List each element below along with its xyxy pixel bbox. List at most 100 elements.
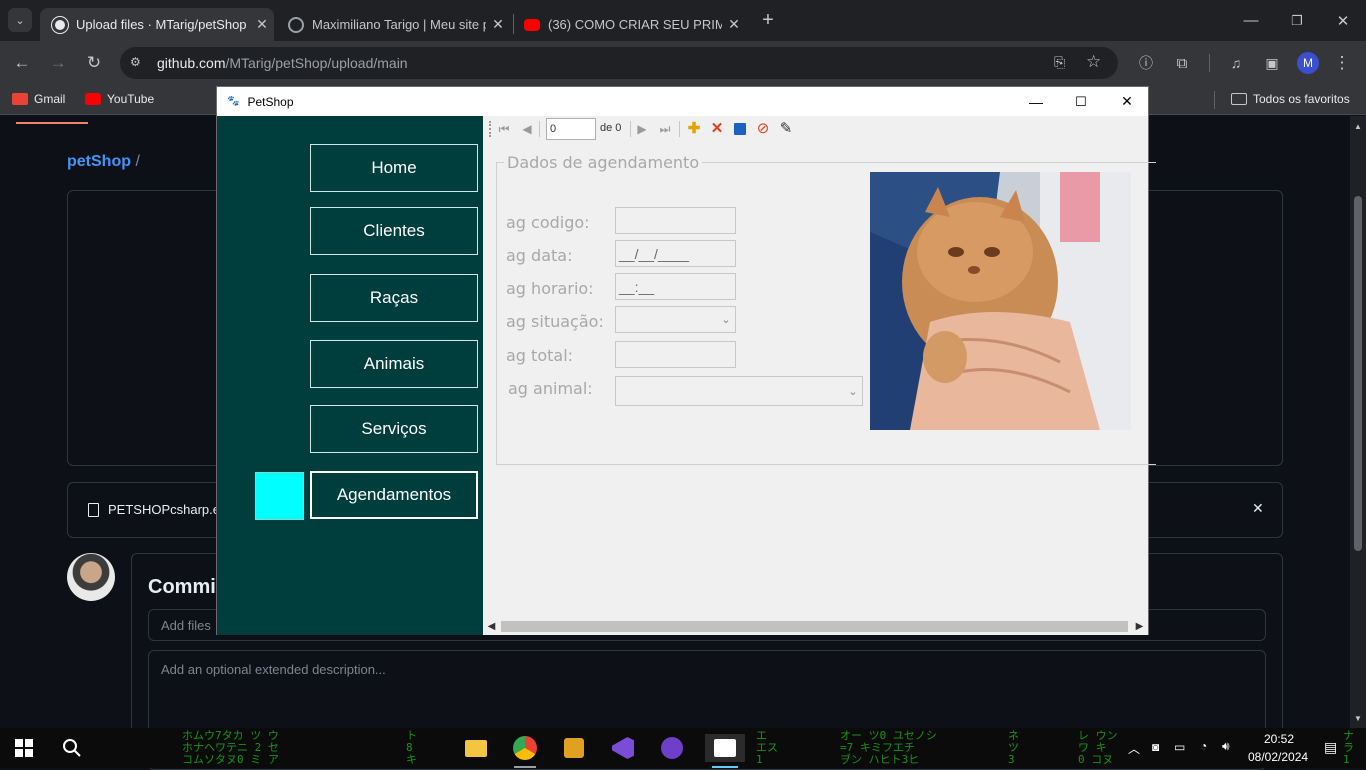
field-label-data: ag data:: [506, 246, 573, 265]
save-icon[interactable]: [732, 121, 748, 137]
wifi-icon[interactable]: ◔: [1200, 739, 1207, 753]
nav-button-racas[interactable]: Raças: [310, 274, 478, 322]
scroll-left-icon[interactable]: ◀: [483, 618, 500, 635]
move-previous-icon[interactable]: ◀: [519, 121, 535, 137]
file-explorer-icon[interactable]: [462, 734, 490, 762]
browser-tab-upload-files[interactable]: Upload files · MTarig/petShop ✕: [40, 8, 274, 41]
horizontal-scrollbar[interactable]: ◀ ▶: [483, 618, 1148, 635]
horario-masked-input[interactable]: __:__: [615, 273, 736, 300]
move-next-icon[interactable]: ▶: [634, 121, 650, 137]
folder-icon: [1231, 93, 1247, 105]
scroll-right-icon[interactable]: ▶: [1131, 618, 1148, 635]
extension-info-icon[interactable]: ⓘ: [1134, 51, 1158, 75]
nav-button-animais[interactable]: Animais: [310, 340, 478, 388]
browser-tab-youtube-video[interactable]: (36) COMO CRIAR SEU PRIMEIR ✕: [512, 8, 746, 41]
browser-tab-strip: ⌄ Upload files · MTarig/petShop ✕ Maximi…: [0, 0, 1366, 41]
address-bar[interactable]: ⚙ github.com/MTarig/petShop/upload/main …: [120, 47, 1118, 79]
edit-icon[interactable]: ✎: [778, 120, 794, 137]
nav-button-servicos[interactable]: Serviços: [310, 405, 478, 453]
move-first-icon[interactable]: ⏮: [496, 121, 512, 137]
move-last-icon[interactable]: ⏭: [657, 121, 673, 137]
position-input[interactable]: 0: [546, 118, 596, 140]
tab-title: Maximiliano Tarigo | Meu site p: [312, 17, 486, 32]
nav-button-clientes[interactable]: Clientes: [310, 207, 478, 255]
volume-icon[interactable]: 🔊︎: [1222, 739, 1230, 754]
repo-link[interactable]: petShop: [67, 153, 131, 170]
petshop-app-icon[interactable]: [705, 734, 745, 762]
side-panel-icon[interactable]: ▣: [1260, 51, 1284, 75]
camera-icon[interactable]: ◙: [1152, 740, 1159, 754]
bookmark-star-icon[interactable]: ☆: [1086, 52, 1101, 72]
start-button[interactable]: [10, 734, 38, 762]
globe-icon: [288, 16, 304, 33]
close-tab-icon[interactable]: ✕: [250, 16, 274, 33]
visual-studio-icon[interactable]: [609, 734, 637, 762]
search-icon[interactable]: [58, 734, 86, 762]
app-icon: 🐾: [227, 96, 240, 107]
animal-select[interactable]: ⌄: [615, 376, 863, 406]
file-name: PETSHOPcsharp.e: [108, 502, 220, 517]
window-title-bar[interactable]: 🐾 PetShop — ☐ ✕: [217, 87, 1148, 116]
restore-icon[interactable]: ❐: [1274, 0, 1320, 41]
close-tab-icon[interactable]: ✕: [486, 16, 510, 33]
close-tab-icon[interactable]: ✕: [722, 16, 746, 33]
chevron-down-icon: ⌄: [721, 314, 731, 326]
maximize-icon[interactable]: ☐: [1058, 87, 1104, 116]
avatar: [67, 553, 115, 601]
petshop-window: 🐾 PetShop — ☐ ✕ Home Clientes Raças Anim…: [216, 86, 1156, 635]
field-label-situacao: ag situação:: [506, 312, 604, 331]
close-icon[interactable]: ✕: [1104, 87, 1150, 116]
scroll-thumb[interactable]: [501, 621, 1128, 632]
extensions-icon[interactable]: ⧉: [1170, 51, 1194, 75]
clock-time[interactable]: 20:52: [1264, 732, 1294, 746]
github-desktop-icon[interactable]: [658, 734, 686, 762]
github-icon: [51, 15, 69, 34]
tab-title: (36) COMO CRIAR SEU PRIMEIR: [548, 17, 722, 32]
navigation-sidebar: Home Clientes Raças Animais Serviços Age…: [217, 116, 483, 635]
tab-search-button[interactable]: ⌄: [8, 8, 32, 32]
all-bookmarks-folder[interactable]: Todos os favoritos: [1231, 92, 1350, 106]
notifications-icon[interactable]: ▤: [1324, 739, 1337, 756]
browser-tab-personal-site[interactable]: Maximiliano Tarigo | Meu site p ✕: [276, 8, 510, 41]
reload-icon[interactable]: ↻: [82, 51, 106, 75]
add-new-icon[interactable]: ✚: [686, 120, 702, 137]
delete-icon[interactable]: ✕: [709, 120, 725, 137]
chrome-icon[interactable]: [511, 734, 539, 762]
windows-taskbar: ホムウ7タカ ツ ウホナヘワテニ 2 セコムソタヌ0 ミ ア ト8キ エエス 1 …: [0, 728, 1366, 768]
count-label: de 0: [600, 122, 622, 134]
close-window-icon[interactable]: ✕: [1320, 0, 1366, 41]
back-icon[interactable]: ←: [10, 51, 34, 75]
codigo-input[interactable]: [615, 207, 736, 234]
remove-file-icon[interactable]: ✕: [1252, 500, 1264, 517]
bookmark-gmail[interactable]: Gmail: [12, 92, 65, 106]
total-input[interactable]: [615, 341, 736, 368]
battery-icon[interactable]: ▭: [1174, 740, 1185, 754]
cancel-icon[interactable]: ⊘: [755, 120, 771, 137]
media-control-icon[interactable]: ♫: [1224, 51, 1248, 75]
nav-button-home[interactable]: Home: [310, 144, 478, 192]
install-app-icon[interactable]: ⎘: [1054, 54, 1065, 71]
situacao-select[interactable]: ⌄: [615, 306, 736, 333]
tab-title: Upload files · MTarig/petShop: [76, 17, 247, 32]
site-info-icon[interactable]: ⚙: [130, 55, 146, 71]
show-hidden-icons[interactable]: ︿: [1128, 740, 1140, 757]
selected-section-marker: [255, 472, 304, 520]
forward-icon[interactable]: →: [46, 51, 70, 75]
field-label-codigo: ag codigo:: [506, 213, 590, 232]
minimize-icon[interactable]: —: [1013, 87, 1059, 116]
new-tab-icon[interactable]: +: [758, 10, 778, 30]
profile-avatar[interactable]: M: [1297, 52, 1319, 74]
bookmark-youtube[interactable]: YouTube: [85, 92, 154, 106]
gmail-icon: [12, 93, 28, 105]
window-title: PetShop: [247, 94, 294, 109]
breadcrumb-separator: /: [135, 153, 140, 170]
clock-date[interactable]: 08/02/2024: [1248, 750, 1308, 764]
tools-app-icon[interactable]: [560, 734, 588, 762]
page-scrollbar[interactable]: ▲ ▼: [1350, 116, 1366, 728]
data-masked-input[interactable]: __/__/____: [615, 240, 736, 267]
commit-title: Commit: [148, 576, 223, 598]
browser-toolbar: ← → ↻ ⚙ github.com/MTarig/petShop/upload…: [0, 41, 1366, 85]
minimize-icon[interactable]: —: [1228, 0, 1274, 41]
nav-button-agendamentos[interactable]: Agendamentos: [310, 471, 478, 519]
chrome-menu-icon[interactable]: ⋮: [1330, 51, 1354, 75]
